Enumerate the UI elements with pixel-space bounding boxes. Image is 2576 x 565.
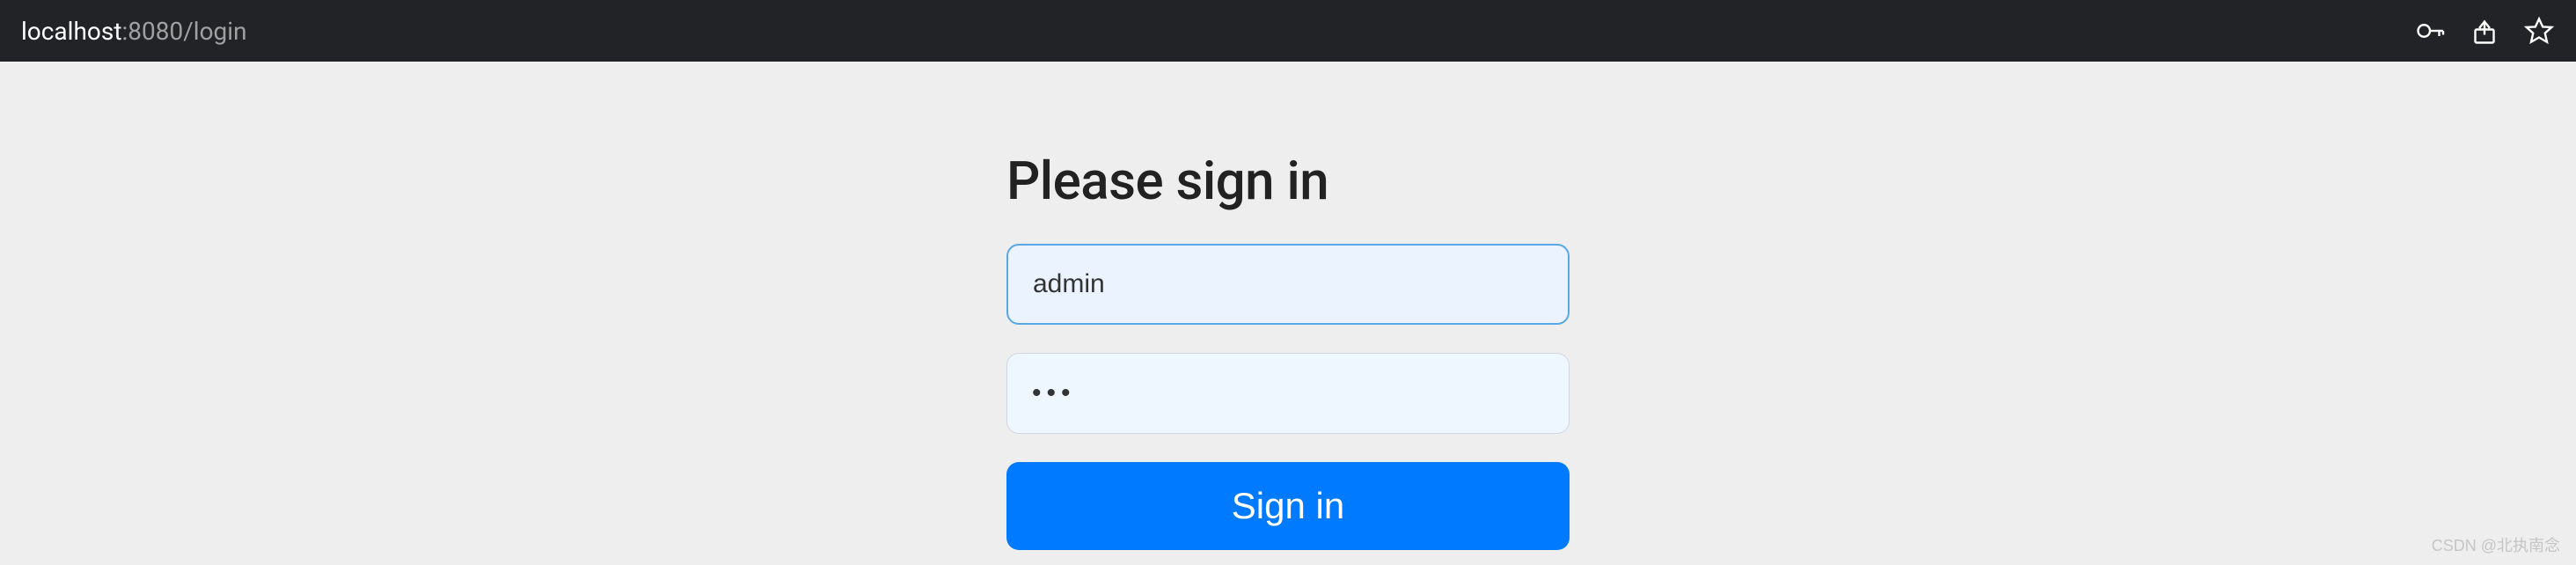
- url-display: localhost:8080/login: [21, 17, 247, 46]
- share-icon[interactable]: [2469, 15, 2500, 47]
- url-path: :8080/login: [121, 17, 246, 46]
- username-input[interactable]: [1006, 244, 1570, 325]
- key-icon[interactable]: [2414, 15, 2446, 47]
- browser-address-bar[interactable]: localhost:8080/login: [0, 0, 2576, 62]
- star-icon[interactable]: [2523, 15, 2555, 47]
- url-host: localhost: [21, 17, 121, 46]
- page-title: Please sign in: [1006, 150, 1570, 212]
- page-content: Please sign in Sign in: [0, 62, 2576, 550]
- signin-button[interactable]: Sign in: [1006, 462, 1570, 550]
- login-form: Please sign in Sign in: [1006, 150, 1570, 550]
- password-input[interactable]: [1006, 353, 1570, 434]
- address-bar-actions: [2414, 15, 2555, 47]
